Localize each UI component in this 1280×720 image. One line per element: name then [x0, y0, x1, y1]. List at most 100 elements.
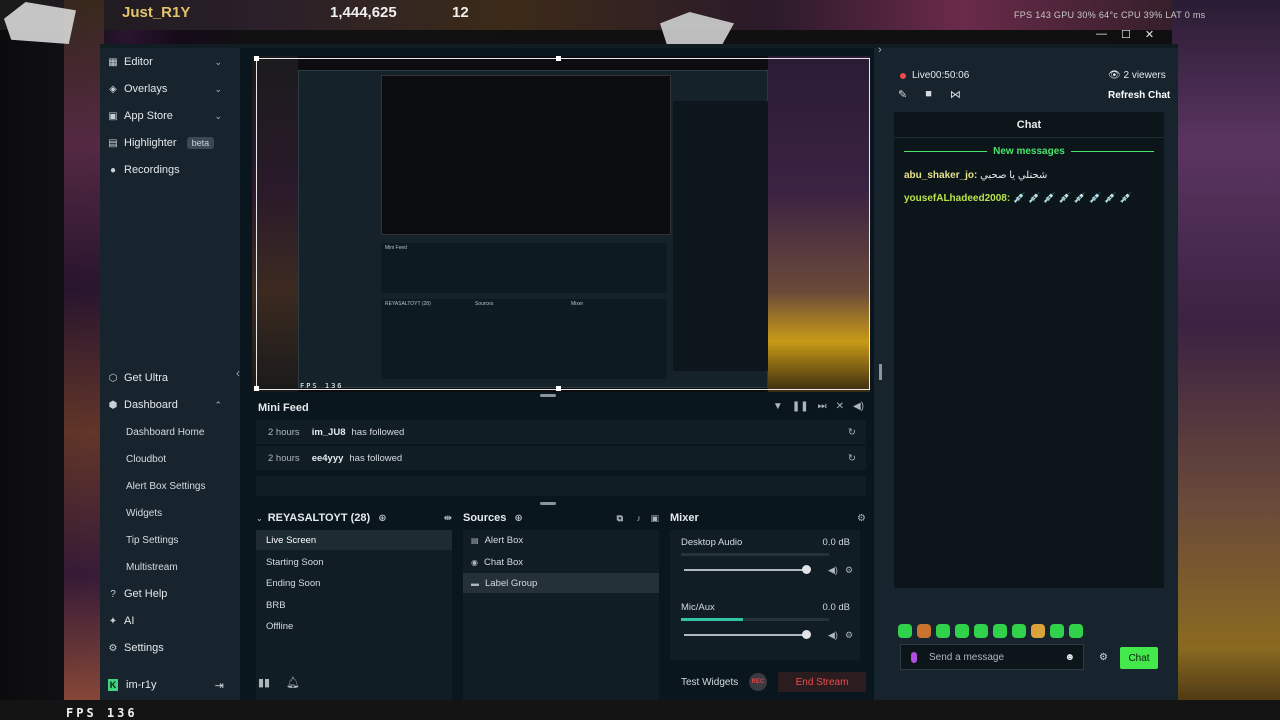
speaker-icon[interactable]: ◀) [828, 630, 838, 641]
source-audio-icon[interactable]: ♪ [637, 513, 642, 523]
emote-icon[interactable] [1069, 624, 1083, 638]
divider-line [1070, 151, 1154, 152]
sidebar-item-editor[interactable]: ▦ Editor ⌄ [108, 51, 228, 73]
speaker-icon[interactable]: ◀) [828, 565, 838, 576]
emote-icon[interactable] [1012, 624, 1026, 638]
scene-item[interactable]: Live Screen [256, 530, 452, 550]
resize-handle[interactable] [254, 386, 259, 391]
sidebar-subitem-dashboard-home[interactable]: Dashboard Home [126, 423, 204, 441]
sidebar-item-get-ultra[interactable]: ⬡ Get Ultra [108, 367, 228, 389]
add-source-icon[interactable]: ⊕ [514, 513, 522, 524]
share-icon[interactable]: ⋈ [950, 88, 961, 101]
volume-slider-track[interactable] [684, 569, 810, 571]
mixer-settings-icon[interactable]: ⚙ [857, 513, 866, 524]
chevron-down-icon[interactable]: ⌄ [214, 111, 222, 122]
emote-icon[interactable] [1050, 624, 1064, 638]
repeat-alert-icon[interactable]: ↻ [848, 453, 856, 464]
end-stream-button[interactable]: End Stream [778, 672, 866, 692]
gear-icon[interactable]: ⚙ [845, 630, 853, 641]
sidebar-item-ai[interactable]: ✦ AI [108, 610, 228, 632]
scrollbar-thumb[interactable] [879, 364, 882, 380]
chevron-down-icon[interactable]: ⌄ [256, 514, 263, 523]
chat-settings-icon[interactable]: ⚙ [1099, 652, 1108, 663]
emote-icon[interactable] [936, 624, 950, 638]
emote-icon[interactable] [1031, 624, 1045, 638]
volume-icon[interactable]: ◀) [853, 401, 864, 412]
record-button[interactable]: REC [749, 673, 767, 691]
mute-alerts-icon[interactable]: ✕ [836, 401, 844, 412]
maximize-icon[interactable]: ☐ [1121, 28, 1131, 41]
minimize-icon[interactable]: — [1096, 28, 1107, 41]
close-icon[interactable]: ✕ [1145, 28, 1154, 41]
sidebar-item-dashboard[interactable]: ⬢ Dashboard ⌃ [108, 394, 228, 416]
scene-transition-icon[interactable]: ⇹ [444, 513, 452, 524]
sidebar-item-app-store[interactable]: ▣ App Store ⌄ [108, 105, 228, 127]
scene-item[interactable]: Offline [256, 616, 452, 636]
add-folder-icon[interactable]: ▣ [650, 513, 659, 524]
sidebar-item-overlays[interactable]: ◈ Overlays ⌄ [108, 78, 228, 100]
chat-input[interactable]: Send a message ☻ [900, 644, 1084, 670]
scene-item[interactable]: Ending Soon [256, 573, 452, 593]
chevron-down-icon[interactable]: ⌄ [214, 84, 222, 95]
test-widgets-button[interactable]: Test Widgets [681, 677, 738, 688]
stream-preview[interactable]: Mini Feed REYASALTOYT (28) Sources Mixer… [252, 56, 870, 392]
resize-handle[interactable] [556, 386, 561, 391]
sidebar-item-highlighter[interactable]: ▤ Highlighter beta [108, 132, 228, 154]
filter-icon[interactable]: ▼ [773, 401, 783, 412]
emote-icon[interactable] [898, 624, 912, 638]
chat-panel: Chat New messages abu_shaker_jo: شحنلي ي… [894, 112, 1164, 588]
chat-username[interactable]: yousefALhadeed2008: [904, 193, 1010, 204]
volume-slider-thumb[interactable] [802, 565, 811, 574]
volume-slider-track[interactable] [684, 634, 810, 636]
user-account[interactable]: K im-r1y ⇥ [108, 676, 228, 694]
emoji-icon[interactable]: ☻ [1064, 652, 1075, 663]
bell-icon[interactable]: 🔔︎ [286, 676, 300, 689]
emote-icon[interactable] [993, 624, 1007, 638]
sidebar-subitem-widgets[interactable]: Widgets [126, 504, 162, 522]
sidebar-subitem-alert-box-settings[interactable]: Alert Box Settings [126, 477, 205, 495]
skip-icon[interactable]: ⏭ [818, 401, 827, 412]
source-item[interactable]: ◉ Chat Box [463, 552, 659, 572]
add-scene-icon[interactable]: ⊕ [378, 513, 386, 524]
emote-icon[interactable] [917, 624, 931, 638]
refresh-chat-button[interactable]: Refresh Chat [1108, 90, 1170, 101]
scene-item[interactable]: BRB [256, 595, 452, 615]
chat-message: yousefALhadeed2008: 💉 💉 💉 💉 💉 💉 💉 💉 [904, 191, 1154, 207]
sidebar-item-recordings[interactable]: ● Recordings [108, 159, 228, 181]
sidebar-subitem-multistream[interactable]: Multistream [126, 558, 178, 576]
sidebar-item-settings[interactable]: ⚙ Settings [108, 637, 228, 659]
stats-icon[interactable]: ▮▮ [258, 676, 270, 689]
logout-icon[interactable]: ⇥ [215, 679, 224, 692]
gear-icon[interactable]: ⚙ [845, 565, 853, 576]
sidebar-item-get-help[interactable]: ? Get Help [108, 583, 228, 605]
scene-collection-name[interactable]: REYASALTOYT (28) [268, 512, 371, 524]
emote-icon[interactable] [955, 624, 969, 638]
resize-divider[interactable] [540, 502, 556, 505]
volume-slider-thumb[interactable] [802, 630, 811, 639]
pause-icon[interactable]: ❚❚ [792, 401, 809, 412]
expand-chat-icon[interactable]: › [878, 44, 882, 56]
send-chat-button[interactable]: Chat [1120, 647, 1158, 669]
resize-divider[interactable] [540, 394, 556, 397]
mixer-panel: Desktop Audio 0.0 dB ◀) ⚙ Mic/Aux 0.0 dB… [670, 530, 860, 660]
source-item[interactable]: ▬ Label Group [463, 573, 659, 593]
resize-handle[interactable] [254, 56, 259, 61]
audio-meter [681, 553, 829, 556]
scene-item[interactable]: Starting Soon [256, 552, 452, 572]
source-folder-icon[interactable]: ⧉ [617, 513, 623, 524]
player-name: Just_R1Y [122, 4, 191, 21]
chevron-down-icon[interactable]: ⌄ [214, 57, 222, 68]
repeat-alert-icon[interactable]: ↻ [848, 427, 856, 438]
microphone-icon[interactable] [911, 651, 917, 663]
sidebar-subitem-tip-settings[interactable]: Tip Settings [126, 531, 178, 549]
video-camera-icon[interactable]: ■ [925, 88, 932, 101]
source-item[interactable]: ▤ Alert Box [463, 530, 659, 550]
selection-box[interactable] [256, 58, 870, 390]
resize-handle[interactable] [556, 56, 561, 61]
chevron-up-icon[interactable]: ⌃ [214, 400, 222, 411]
edit-pencil-icon[interactable]: ✎ [898, 88, 907, 101]
sidebar-subitem-cloudbot[interactable]: Cloudbot [126, 450, 166, 468]
chat-username[interactable]: abu_shaker_jo: [904, 170, 977, 181]
emote-icon[interactable] [974, 624, 988, 638]
preview-canvas[interactable]: Mini Feed REYASALTOYT (28) Sources Mixer… [252, 56, 870, 392]
